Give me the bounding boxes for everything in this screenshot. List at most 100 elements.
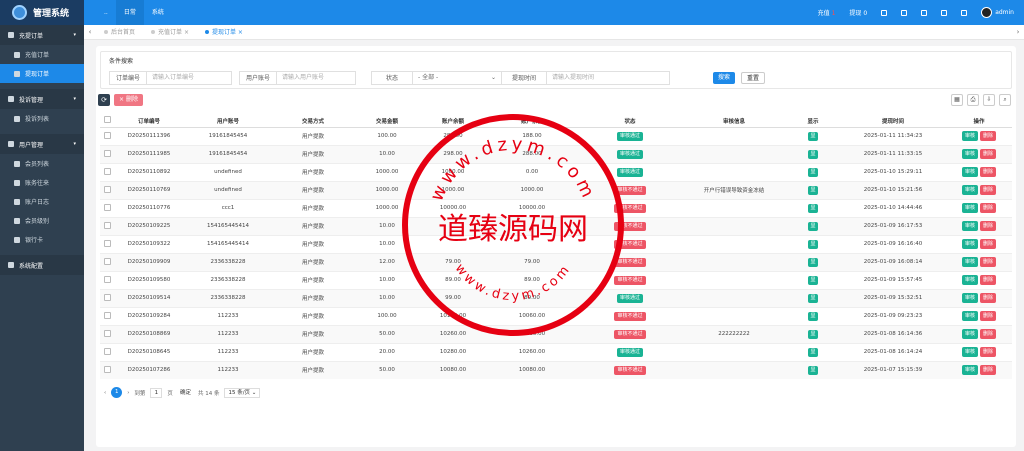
print-icon[interactable]: ⎙	[967, 94, 979, 106]
row-select-cell[interactable]	[100, 270, 114, 289]
row-select-cell[interactable]	[100, 126, 114, 145]
table-row[interactable]: D20250108645 112233 用户提款 20.00 10280.00 10260…	[100, 342, 1012, 361]
table-row[interactable]: D20250108869 112233 用户提款 50.00 10260.00 10260…	[100, 324, 1012, 343]
sidebar-item-bank-card[interactable]: 银行卡	[0, 230, 84, 249]
trash-icon[interactable]	[941, 9, 948, 16]
list-icon[interactable]	[881, 9, 888, 16]
table-row[interactable]: D20250111396 19161845454 用户提款 100.00 288.00 1…	[100, 126, 1012, 145]
column-header[interactable]: 用户账号	[184, 115, 272, 128]
row-select-cell[interactable]	[100, 234, 114, 253]
delete-button[interactable]: 删除	[980, 185, 997, 195]
table-row[interactable]: D20250109322 154165445414 用户提款 10.00 审核不通过 显 2…	[100, 234, 1012, 253]
column-header[interactable]: 审核信息	[682, 115, 786, 128]
delete-button[interactable]: 删除	[980, 293, 997, 303]
sidebar-item-complaint-list[interactable]: 投诉列表	[0, 109, 84, 128]
delete-button[interactable]: 删除	[980, 203, 997, 213]
prev-page-icon[interactable]: ‹	[104, 390, 106, 396]
row-checkbox[interactable]	[103, 221, 111, 229]
row-checkbox[interactable]	[103, 239, 111, 247]
table-row[interactable]: D20250110892 undefined 用户提款 1000.00 1000.00 0…	[100, 162, 1012, 181]
display-badge[interactable]: 显	[808, 275, 818, 285]
display-badge[interactable]: 显	[808, 167, 818, 177]
column-header[interactable]: 账户余额	[486, 115, 578, 128]
display-badge[interactable]: 显	[808, 203, 818, 213]
row-checkbox[interactable]	[103, 149, 111, 157]
sidebar-item-members[interactable]: 会员列表	[0, 154, 84, 173]
sidebar-item-transactions[interactable]: 账务往来	[0, 173, 84, 192]
display-badge[interactable]: 显	[808, 185, 818, 195]
delete-button[interactable]: 删除	[980, 221, 997, 231]
column-header[interactable]: 账户余额	[420, 115, 486, 128]
row-select-cell[interactable]	[100, 306, 114, 325]
row-select-cell[interactable]	[100, 288, 114, 307]
table-row[interactable]: D20250109284 112233 用户提款 100.00 10160.00 1006…	[100, 306, 1012, 325]
tab-withdraw-orders[interactable]: 提现订单 ×	[197, 25, 251, 40]
row-select-cell[interactable]	[100, 198, 114, 217]
audit-button[interactable]: 审核	[961, 293, 978, 303]
display-badge[interactable]: 显	[808, 257, 818, 267]
audit-button[interactable]: 审核	[961, 347, 978, 357]
audit-button[interactable]: 审核	[961, 203, 978, 213]
sidebar-item-member-level[interactable]: 会员级别	[0, 211, 84, 230]
delete-button[interactable]: 删除	[980, 239, 997, 249]
row-checkbox[interactable]	[103, 167, 111, 175]
tab-recharge-orders[interactable]: 充值订单 ×	[143, 25, 197, 40]
next-page-icon[interactable]: ›	[127, 390, 129, 396]
audit-button[interactable]: 审核	[961, 167, 978, 177]
row-checkbox[interactable]	[103, 185, 111, 193]
tab-home[interactable]: 后台首页	[96, 25, 143, 40]
account-input[interactable]: 请输入用户账号	[276, 71, 357, 85]
audit-button[interactable]: 审核	[961, 365, 978, 376]
delete-button[interactable]: 删除	[980, 131, 997, 141]
delete-button[interactable]: 删除	[980, 365, 997, 376]
column-header[interactable]: 交易方式	[272, 115, 354, 128]
audit-button[interactable]: 审核	[961, 221, 978, 231]
row-checkbox[interactable]	[103, 329, 111, 337]
audit-button[interactable]: 审核	[961, 131, 978, 141]
row-select-cell[interactable]	[100, 162, 114, 181]
sidebar-item-account-log[interactable]: 账户日志	[0, 192, 84, 211]
top-nav-tab-first[interactable]: ..	[96, 0, 116, 25]
table-row[interactable]: D20250110769 undefined 用户提款 1000.00 1000.00 1…	[100, 180, 1012, 199]
chevron-left-icon[interactable]: ‹	[84, 28, 96, 36]
row-select-cell[interactable]	[100, 180, 114, 199]
audit-button[interactable]: 审核	[961, 185, 978, 195]
display-badge[interactable]: 显	[808, 221, 818, 231]
display-badge[interactable]: 显	[808, 329, 818, 339]
sidebar-group-users[interactable]: 用户管理 ▾	[0, 134, 84, 154]
row-select-cell[interactable]	[100, 360, 114, 379]
display-badge[interactable]: 显	[808, 293, 818, 303]
table-row[interactable]: D20250111985 19161845454 用户提款 10.00 298.00 28…	[100, 144, 1012, 163]
display-badge[interactable]: 显	[808, 239, 818, 249]
settings-icon[interactable]	[921, 9, 928, 16]
row-select-cell[interactable]	[100, 324, 114, 343]
sidebar-group-system-config[interactable]: 系统配置	[0, 255, 84, 275]
table-row[interactable]: D20250109514 2336338228 用户提款 10.00 99.00 89.0…	[100, 288, 1012, 307]
app-logo[interactable]: 管理系统	[0, 0, 84, 25]
sidebar-item-withdraw-orders[interactable]: 提现订单	[0, 64, 84, 83]
order-input[interactable]: 请输入订单编号	[146, 71, 233, 85]
row-checkbox[interactable]	[103, 293, 111, 301]
status-select[interactable]: - 全部 - ⌄	[412, 71, 503, 85]
delete-button[interactable]: 删除	[980, 257, 997, 267]
audit-button[interactable]: 审核	[961, 329, 978, 339]
display-badge[interactable]: 显	[808, 365, 818, 375]
time-input[interactable]: 请输入提现时间	[546, 71, 671, 85]
withdraw-notice[interactable]: 提现 0	[849, 8, 867, 17]
row-select-cell[interactable]	[100, 144, 114, 163]
row-checkbox[interactable]	[103, 347, 111, 355]
audit-button[interactable]: 审核	[961, 311, 978, 321]
refresh-icon[interactable]: ⟳	[98, 94, 110, 106]
column-header[interactable]: 提现时间	[840, 115, 946, 128]
select-all-checkbox[interactable]	[103, 116, 111, 124]
table-row[interactable]: D20250109909 2336338228 用户提款 12.00 79.00 79.0…	[100, 252, 1012, 271]
audit-button[interactable]: 审核	[961, 149, 978, 159]
select-all-cell[interactable]	[100, 115, 114, 128]
top-nav-tab-system[interactable]: 系统	[144, 0, 172, 25]
row-select-cell[interactable]	[100, 342, 114, 361]
delete-button[interactable]: 删除	[980, 347, 997, 357]
audit-button[interactable]: 审核	[961, 257, 978, 267]
user-menu[interactable]: admin	[981, 7, 1014, 18]
column-header[interactable]: 订单编号	[114, 115, 184, 128]
current-page[interactable]: 1	[111, 387, 123, 398]
